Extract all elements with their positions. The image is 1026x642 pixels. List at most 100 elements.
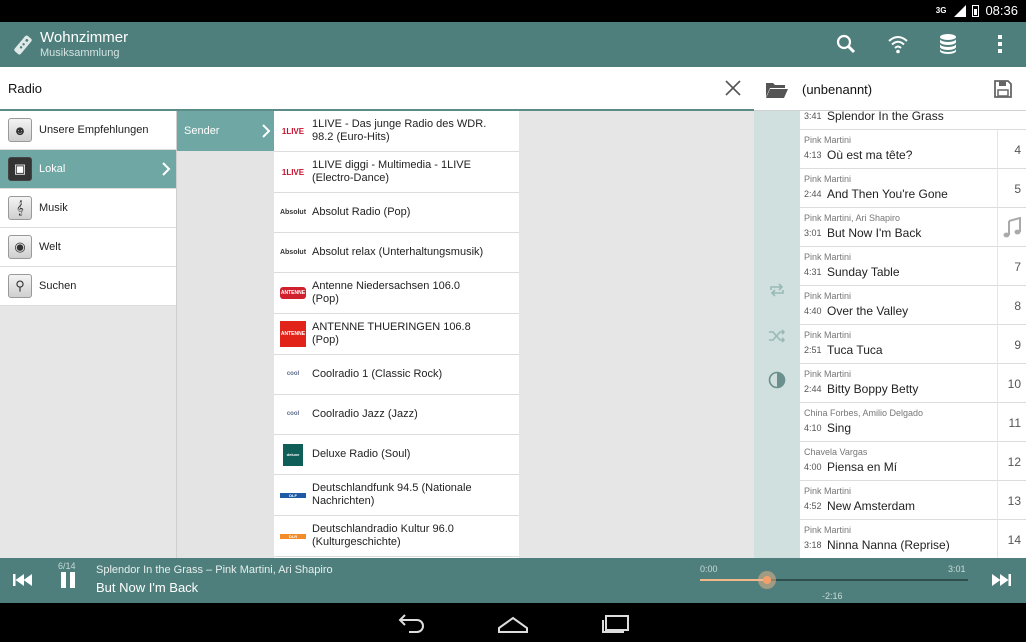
track-number: 11 <box>1008 416 1021 430</box>
shuffle-icon[interactable] <box>768 329 786 343</box>
subcategory-label: Sender <box>184 125 220 137</box>
playlist-track[interactable]: Pink Martini 4:13 Où est ma tête? 4 <box>800 130 1026 169</box>
track-number: 12 <box>1007 455 1021 469</box>
playlist-title: (unbenannt) <box>802 82 873 97</box>
category-item-welt[interactable]: ◉ Welt <box>0 228 176 267</box>
crossfade-icon[interactable] <box>768 371 786 389</box>
playlist-track[interactable]: Pink Martini 4:52 New Amsterdam 13 <box>800 481 1026 520</box>
track-title: Où est ma tête? <box>827 148 913 162</box>
divider <box>997 403 998 442</box>
subcategory-column: Sender <box>176 111 274 558</box>
folder-open-icon[interactable] <box>765 81 789 99</box>
track-title: Bitty Boppy Betty <box>827 382 919 396</box>
station-item[interactable]: Absolut Absolut relax (Unterhaltungsmusi… <box>274 233 519 273</box>
playlist-track[interactable]: Pink Martini 2:44 Bitty Boppy Betty 10 <box>800 364 1026 403</box>
search-button[interactable] <box>832 30 860 58</box>
station-item[interactable]: Absolut Absolut Radio (Pop) <box>274 193 519 233</box>
remote-icon[interactable] <box>12 34 34 56</box>
divider <box>997 520 998 558</box>
track-duration: 4:52 <box>804 501 822 511</box>
playlist-track[interactable]: Pink Martini 3:18 Ninna Nanna (Reprise) … <box>800 520 1026 558</box>
station-logo: DLR <box>280 533 306 539</box>
playlist-track-playing[interactable]: Pink Martini, Ari Shapiro 3:01 But Now I… <box>800 208 1026 247</box>
track-title: Sing <box>827 421 852 435</box>
playlist-track[interactable]: Pink Martini 2:44 And Then You're Gone 5 <box>800 169 1026 208</box>
playlist-track[interactable]: Chavela Vargas 4:00 Piensa en Mí 12 <box>800 442 1026 481</box>
station-item[interactable]: DLR Deutschlandradio Kultur 96.0 (Kulturg… <box>274 516 519 557</box>
station-item[interactable]: 1LIVE 1LIVE - Das junge Radio des WDR. 98… <box>274 111 519 152</box>
divider <box>997 169 998 208</box>
track-title: Splendor In the Grass <box>827 111 944 123</box>
track-artist: Pink Martini <box>804 174 852 184</box>
station-item[interactable]: DLF Deutschlandfunk 94.5 (Nationale Nachr… <box>274 475 519 516</box>
track-duration: 2:51 <box>804 345 822 355</box>
station-logo-text: 1LIVE <box>281 126 305 136</box>
playlist-track[interactable]: Pink Martini 2:51 Tuca Tuca 9 <box>800 325 1026 364</box>
music-clef-icon: 𝄞 <box>8 196 32 220</box>
skip-previous-icon <box>13 574 32 586</box>
room-subtitle: Musiksammlung <box>40 47 120 59</box>
seek-bar[interactable] <box>700 571 968 589</box>
divider <box>997 325 998 364</box>
recent-apps-icon[interactable] <box>600 612 632 634</box>
chevron-right-icon <box>162 162 171 176</box>
track-number: 7 <box>1014 260 1021 274</box>
station-genre: Nachrichten) <box>312 495 375 507</box>
back-icon[interactable] <box>395 612 427 634</box>
music-note-icon <box>1003 217 1021 238</box>
repeat-icon[interactable] <box>768 283 786 297</box>
station-item[interactable]: ANTENNE ANTENNE THUERINGEN 106.8 (Pop) <box>274 314 519 355</box>
category-item-musik[interactable]: 𝄞 Musik <box>0 189 176 228</box>
previous-button[interactable] <box>12 570 34 590</box>
station-item[interactable]: 1LIVE 1LIVE diggi - Multimedia - 1LIVE (E… <box>274 152 519 193</box>
divider <box>997 247 998 286</box>
search-input[interactable]: Radio <box>8 81 42 96</box>
playlist-track[interactable]: Pink Martini 4:31 Sunday Table 7 <box>800 247 1026 286</box>
station-item[interactable]: ANTENNE Antenne Niedersachsen 106.0 (Pop) <box>274 273 519 314</box>
home-icon[interactable] <box>497 612 529 634</box>
playlist-track[interactable]: China Forbes, Amilio Delgado 4:10 Sing 1… <box>800 403 1026 442</box>
clear-search-icon[interactable] <box>724 79 742 97</box>
station-logo: ANTENNE <box>280 287 306 299</box>
category-item-empfehlungen[interactable]: ☻ Unsere Empfehlungen <box>0 111 176 150</box>
station-item[interactable]: cool Coolradio Jazz (Jazz) <box>274 395 519 435</box>
library-button[interactable] <box>934 30 962 58</box>
station-name: Deluxe Radio (Soul) <box>312 448 411 460</box>
category-label: Musik <box>39 202 68 214</box>
overflow-menu-icon <box>998 35 1002 53</box>
next-button[interactable] <box>990 570 1012 590</box>
station-logo: ANTENNE <box>280 321 306 347</box>
track-duration: 4:00 <box>804 462 822 472</box>
network-type-label: 3G <box>935 6 947 15</box>
playlist-header: (unbenannt) <box>754 67 1026 111</box>
playlist-track[interactable]: Pink Martini 4:40 Over the Valley 8 <box>800 286 1026 325</box>
track-number: 4 <box>1014 143 1021 157</box>
station-logo-text: Absolut <box>279 209 307 216</box>
station-logo-text: DLF <box>289 492 297 498</box>
subcategory-item-sender[interactable]: Sender <box>177 111 274 151</box>
track-title: Over the Valley <box>827 304 909 318</box>
track-title: And Then You're Gone <box>827 187 948 201</box>
track-number: 9 <box>1014 338 1021 352</box>
overflow-menu-button[interactable] <box>986 30 1014 58</box>
playlist-track[interactable]: 3:41 Splendor In the Grass <box>800 111 1026 130</box>
track-title: Tuca Tuca <box>827 343 883 357</box>
category-item-suchen[interactable]: ⚲ Suchen <box>0 267 176 306</box>
track-number: 13 <box>1007 494 1021 508</box>
wifi-icon <box>888 36 908 54</box>
people-icon: ☻ <box>8 118 32 142</box>
category-item-lokal[interactable]: ▣ Lokal <box>0 150 176 189</box>
station-name: Deutschlandradio Kultur 96.0 <box>312 523 454 535</box>
station-name: ANTENNE THUERINGEN 106.8 <box>312 321 471 333</box>
station-logo-text: deluxe <box>286 452 300 457</box>
seek-handle[interactable] <box>758 571 776 589</box>
save-icon[interactable] <box>993 79 1013 99</box>
station-item[interactable]: deluxe Deluxe Radio (Soul) <box>274 435 519 475</box>
station-name: Coolradio 1 (Classic Rock) <box>312 368 443 380</box>
station-name: Deutschlandfunk 94.5 (Nationale <box>312 482 472 494</box>
station-item[interactable]: cool Coolradio 1 (Classic Rock) <box>274 355 519 395</box>
pause-button[interactable] <box>60 570 76 590</box>
divider <box>997 130 998 169</box>
track-title: Ninna Nanna (Reprise) <box>827 538 950 552</box>
wifi-button[interactable] <box>884 30 912 58</box>
